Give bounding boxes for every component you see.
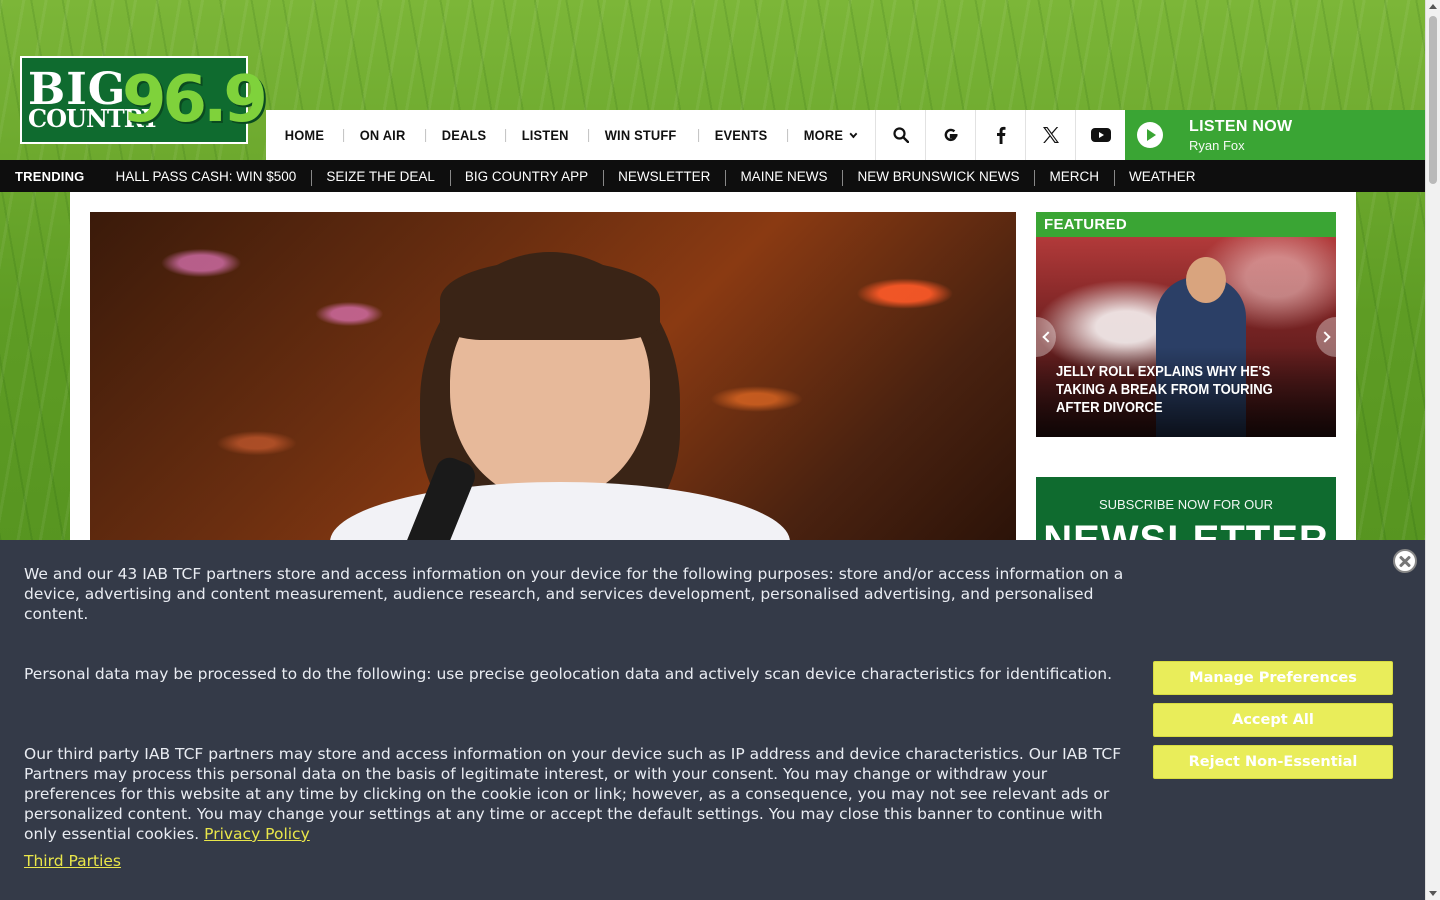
scroll-down-icon[interactable] — [1429, 891, 1437, 896]
trending-item[interactable]: WEATHER — [1113, 169, 1211, 186]
cookie-text-partners: Our third party IAB TCF partners may sto… — [24, 745, 1122, 843]
logo-frequency: 96.9 — [122, 63, 268, 137]
hero-image[interactable] — [90, 212, 1016, 552]
trending-item[interactable]: NEWSLETTER — [603, 169, 725, 186]
nav-deals[interactable]: DEALS — [424, 127, 501, 143]
facebook-icon — [996, 126, 1005, 144]
reject-non-essential-button[interactable]: Reject Non-Essential — [1153, 745, 1393, 779]
play-icon — [1137, 122, 1163, 148]
cookie-banner: We and our 43 IAB TCF partners store and… — [0, 540, 1425, 900]
trending-bar: TRENDING HALL PASS CASH: WIN $500 SEIZE … — [0, 160, 1425, 192]
close-icon[interactable] — [1393, 549, 1417, 573]
trending-item[interactable]: NEW BRUNSWICK NEWS — [842, 169, 1034, 186]
chevron-right-icon — [1318, 331, 1331, 343]
trending-item[interactable]: MERCH — [1034, 169, 1114, 186]
listen-now-button[interactable]: LISTEN NOW Ryan Fox — [1125, 110, 1425, 160]
manage-preferences-button[interactable]: Manage Preferences — [1153, 661, 1393, 695]
nav-home[interactable]: HOME — [270, 127, 339, 143]
nav-more[interactable]: MORE — [787, 127, 871, 143]
featured-story[interactable]: Jelly Roll Explains Why He's Taking a Br… — [1036, 237, 1336, 437]
scrollbar-thumb[interactable] — [1429, 16, 1437, 184]
trending-item[interactable]: BIG COUNTRY APP — [449, 169, 603, 186]
station-logo[interactable]: BIG COUNTRY 96.9 — [20, 56, 268, 144]
x-button[interactable] — [1025, 110, 1075, 160]
featured-caption: Jelly Roll Explains Why He's Taking a Br… — [1056, 364, 1273, 416]
cookie-text-purposes: We and our 43 IAB TCF partners store and… — [24, 565, 1124, 623]
youtube-icon — [1090, 128, 1111, 142]
nav-on-air[interactable]: ON AIR — [342, 127, 420, 143]
x-icon — [1042, 127, 1059, 143]
chevron-left-icon — [1041, 331, 1054, 343]
main-nav: HOME ON AIR DEALS LISTEN WIN STUFF EVENT… — [266, 110, 1425, 160]
nav-win-stuff[interactable]: WIN STUFF — [588, 127, 691, 143]
newsletter-subtitle: SUBSCRIBE NOW FOR OUR — [1098, 497, 1274, 512]
google-button[interactable] — [925, 110, 975, 160]
third-parties-link[interactable]: Third Parties — [24, 852, 121, 870]
logo-wordmark: BIG COUNTRY — [28, 64, 159, 133]
scroll-up-icon[interactable] — [1429, 4, 1437, 9]
nav-events[interactable]: EVENTS — [698, 127, 782, 143]
chevron-down-icon — [849, 129, 858, 139]
listen-now-label: LISTEN NOW — [1189, 117, 1293, 135]
trending-label: TRENDING — [15, 168, 85, 184]
current-host: Ryan Fox — [1189, 137, 1245, 153]
accept-all-button[interactable]: Accept All — [1153, 703, 1393, 737]
privacy-policy-link[interactable]: Privacy Policy — [204, 825, 310, 843]
youtube-button[interactable] — [1075, 110, 1125, 160]
search-icon — [892, 127, 909, 143]
trending-item[interactable]: SEIZE THE DEAL — [311, 169, 450, 186]
nav-listen[interactable]: LISTEN — [505, 127, 583, 143]
search-button[interactable] — [875, 110, 925, 160]
nav-links: HOME ON AIR DEALS LISTEN WIN STUFF EVENT… — [266, 110, 875, 160]
trending-item[interactable]: MAINE NEWS — [725, 169, 842, 186]
featured-heading: FEATURED — [1036, 212, 1336, 237]
facebook-button[interactable] — [975, 110, 1025, 160]
google-icon — [944, 128, 957, 142]
trending-item[interactable]: HALL PASS CASH: WIN $500 — [101, 169, 312, 184]
cookie-text-processing: Personal data may be processed to do the… — [24, 665, 1113, 683]
page-scrollbar[interactable] — [1425, 0, 1440, 900]
